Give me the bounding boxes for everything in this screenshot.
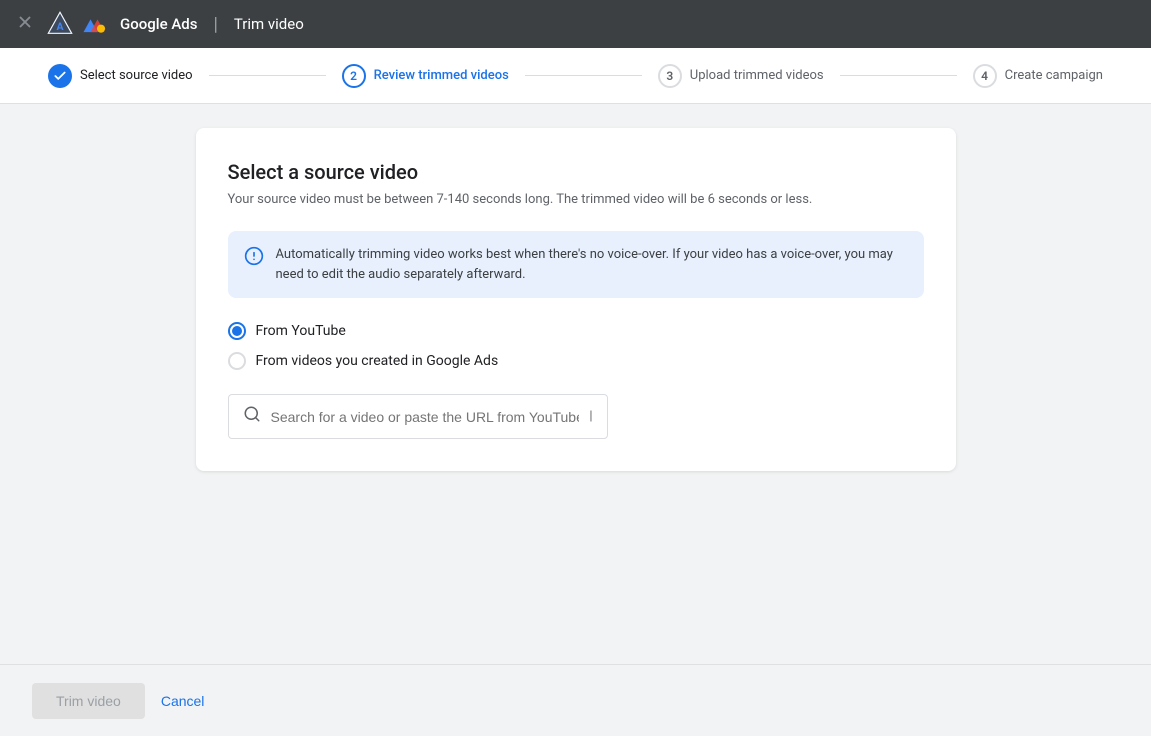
main-content: Select a source video Your source video … [0,104,1151,664]
radio-youtube-indicator [228,322,246,340]
cursor-icon: | [589,409,592,424]
stepper: Select source video 2 Review trimmed vid… [0,48,1151,104]
step-1-label: Select source video [80,68,193,83]
radio-google-ads-label: From videos you created in Google Ads [256,353,499,369]
radio-google-ads-indicator [228,352,246,370]
trim-video-button[interactable]: Trim video [32,683,145,719]
step-2: 2 Review trimmed videos [326,64,525,88]
step-1-circle [48,64,72,88]
svg-text:A: A [56,20,64,33]
close-button[interactable] [16,13,34,35]
topbar-divider: | [213,14,217,35]
info-text: Automatically trimming video works best … [276,245,908,284]
card-title: Select a source video [228,160,924,184]
connector-1-2 [209,75,326,76]
search-input[interactable] [271,409,580,425]
step-3-label: Upload trimmed videos [690,68,824,83]
content-card: Select a source video Your source video … [196,128,956,471]
cancel-button[interactable]: Cancel [161,693,205,709]
radio-youtube-inner [232,326,242,336]
footer: Trim video Cancel [0,664,1151,736]
google-ads-icon: A [46,10,74,38]
topbar-title: Trim video [234,15,304,33]
step-3-circle: 3 [658,64,682,88]
radio-group[interactable]: From YouTube From videos you created in … [228,322,924,370]
step-3: 3 Upload trimmed videos [642,64,840,88]
radio-option-youtube[interactable]: From YouTube [228,322,924,340]
connector-3-4 [840,75,957,76]
card-subtitle: Your source video must be between 7-140 … [228,192,924,207]
step-4-circle: 4 [973,64,997,88]
search-box[interactable]: | [228,394,608,439]
radio-youtube-label: From YouTube [256,323,346,339]
info-icon [244,246,264,271]
step-2-circle: 2 [342,64,366,88]
step-4: 4 Create campaign [957,64,1119,88]
connector-2-3 [525,75,642,76]
step-2-label: Review trimmed videos [374,68,509,83]
search-icon [243,405,261,428]
step-1: Select source video [32,64,209,88]
google-ads-logo: A [46,10,108,38]
google-ads-logo-icon [80,10,108,38]
radio-option-google-ads[interactable]: From videos you created in Google Ads [228,352,924,370]
info-banner: Automatically trimming video works best … [228,231,924,298]
step-4-label: Create campaign [1005,68,1103,83]
topbar: A Google Ads | Trim video [0,0,1151,48]
topbar-brand: Google Ads [120,15,197,33]
